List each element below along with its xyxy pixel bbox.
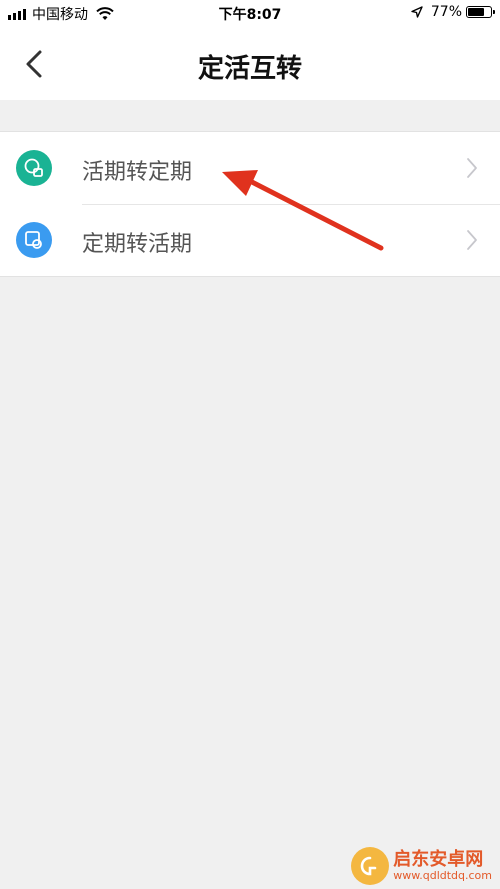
list-item-fixed-to-demand[interactable]: 定期转活期 [0,204,500,276]
battery-percent: 77% [430,4,462,20]
watermark-logo-icon [351,847,390,885]
transfer-options-list: 活期转定期 定期转活期 [0,131,500,277]
chevron-right-icon [467,158,477,178]
status-bar: 中国移动 下午8:07 77% [0,0,500,26]
list-item-demand-to-fixed[interactable]: 活期转定期 [0,132,500,204]
list-item-label: 定期转活期 [82,232,193,257]
watermark: 启东安卓网 www.qdldtdq.com [351,847,492,885]
location-icon [411,6,423,18]
list-item-label: 活期转定期 [82,160,193,185]
fixed-to-demand-icon [16,222,52,258]
page-title: 定活互转 [197,54,302,84]
demand-to-fixed-icon [16,150,52,186]
watermark-sub: www.qdldtdq.com [393,868,492,882]
watermark-main: 启东安卓网 [393,849,484,871]
chevron-right-icon [467,230,477,250]
status-right: 77% [411,4,495,20]
battery-icon [466,6,495,18]
nav-bar: 定活互转 [0,26,500,100]
battery-level [468,8,485,16]
watermark-text: 启东安卓网 www.qdldtdq.com [393,850,492,882]
